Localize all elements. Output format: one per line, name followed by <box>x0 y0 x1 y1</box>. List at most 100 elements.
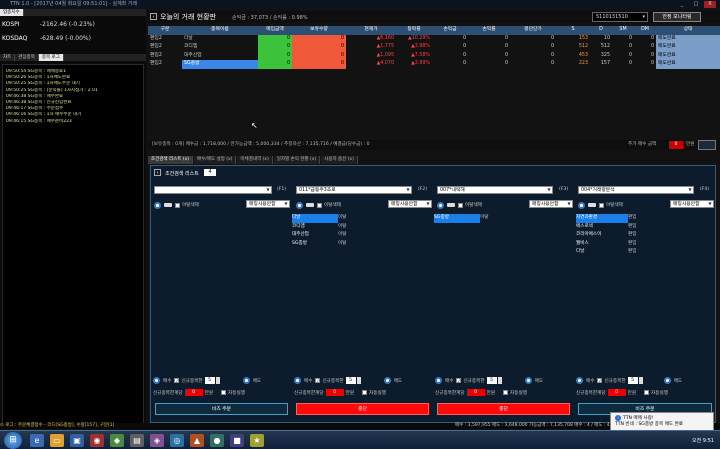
column-header[interactable]: 보유수량 <box>292 26 346 35</box>
toggle-icon[interactable] <box>154 201 161 209</box>
count-input[interactable]: 5 <box>627 377 638 384</box>
stop-button-2[interactable]: 중단 <box>296 403 429 415</box>
checkbox[interactable] <box>503 390 509 395</box>
toggle-icon[interactable] <box>435 377 442 384</box>
ie-icon[interactable]: e <box>30 434 44 447</box>
checkbox[interactable] <box>317 202 322 208</box>
tab-unfilled[interactable]: 미체결내역 (x) <box>237 156 273 164</box>
condition-select-1[interactable]: ▼ <box>154 186 272 194</box>
slider-icon[interactable] <box>447 203 455 207</box>
slider-icon[interactable] <box>164 203 172 207</box>
list-item[interactable]: 월비스 편입 <box>576 240 636 249</box>
slider-icon[interactable] <box>588 203 596 207</box>
toggle-icon[interactable] <box>524 377 532 384</box>
monitoring-button[interactable]: 안정 모니터링 <box>653 12 701 22</box>
column-header[interactable]: 평단단가 <box>510 26 556 35</box>
checkbox[interactable]: ✓ <box>597 378 603 383</box>
column-header[interactable]: 현재가 <box>346 26 396 35</box>
checkbox[interactable]: ✓ <box>456 378 462 383</box>
tab-user-options[interactable]: 사용자 옵션 (x) <box>321 156 358 164</box>
matching-select-4[interactable]: 매칭사용안함 ▼ <box>670 200 714 208</box>
checkbox[interactable]: ✓ <box>315 378 321 383</box>
column-header[interactable]: 구분 <box>148 26 182 35</box>
count-input[interactable]: 5 <box>204 377 215 384</box>
app-icon[interactable]: ▲ <box>190 434 204 447</box>
app-icon[interactable]: ★ <box>250 434 264 447</box>
tab-condition-list[interactable]: 조건검색 리스트 (x) <box>148 156 194 164</box>
column-header[interactable]: 종목이름 <box>182 26 258 35</box>
count-input[interactable]: 5 <box>486 377 497 384</box>
column-header[interactable]: S <box>556 26 590 35</box>
checkbox[interactable] <box>599 202 604 208</box>
condition-count-select[interactable]: 4 <box>204 169 216 176</box>
amount-input[interactable]: 0 <box>466 389 485 396</box>
windows-start-icon[interactable]: ⊞ <box>4 432 22 449</box>
column-header[interactable]: DM <box>634 26 656 35</box>
table-row[interactable]: 편입2 다날 0 0 ▲6,160 ▲10.29% 0 0 0 153 10 0… <box>148 34 720 44</box>
toggle-icon[interactable] <box>294 377 301 384</box>
add-buy-apply-button[interactable] <box>698 140 716 150</box>
app-icon[interactable]: ◈ <box>150 434 164 447</box>
column-header[interactable]: SM <box>612 26 634 35</box>
toggle-icon[interactable] <box>576 377 583 384</box>
minimize-button[interactable]: _ <box>676 1 688 8</box>
checkbox[interactable] <box>644 390 650 395</box>
order-button-1[interactable]: 비즈 주문 <box>155 403 288 415</box>
condition-select-4[interactable]: 004*거래량분석 ▼ <box>578 186 694 194</box>
column-header[interactable]: 상태 <box>656 26 720 35</box>
checkbox[interactable]: ✓ <box>174 378 180 383</box>
app-icon[interactable]: ● <box>210 434 224 447</box>
amount-input[interactable]: 0 <box>184 389 203 396</box>
condition-select-3[interactable]: 007*내떡해 ▼ <box>437 186 553 194</box>
toggle-icon[interactable] <box>437 201 444 209</box>
column-header[interactable]: D <box>590 26 612 35</box>
list-item[interactable]: 다날 이탈 <box>292 214 346 223</box>
checkbox[interactable] <box>362 390 368 395</box>
toggle-icon[interactable] <box>296 201 303 209</box>
checkbox[interactable] <box>175 202 180 208</box>
add-buy-input[interactable]: 0 <box>669 141 683 149</box>
checkbox[interactable] <box>458 202 463 208</box>
collapse-icon[interactable]: ‹ <box>150 13 157 20</box>
count-input[interactable]: 5 <box>345 377 356 384</box>
table-row[interactable]: 편입2 코디엠 0 0 ▲1,775 ▲3.98% 0 0 0 512 512 … <box>148 43 720 52</box>
tab-chart[interactable]: 차트 <box>0 54 16 61</box>
stop-button-3[interactable]: 중단 <box>437 403 570 415</box>
toggle-icon[interactable] <box>663 377 671 384</box>
tab-industry-index[interactable]: 업종지수 <box>0 9 24 16</box>
app-icon[interactable]: ▤ <box>130 434 144 447</box>
condition-select-2[interactable]: 011*급등주3조로 ▼ <box>296 186 412 194</box>
app-icon[interactable]: ▣ <box>70 434 84 447</box>
toggle-icon[interactable] <box>242 377 250 384</box>
tab-daily-pnl[interactable]: 일자별 손익 현황 (x) <box>273 156 321 164</box>
list-item[interactable]: 코디엠 이탈 <box>292 223 346 232</box>
checkbox[interactable] <box>221 390 227 395</box>
column-header[interactable]: 손익률 <box>468 26 510 35</box>
spinner-icon[interactable] <box>497 377 502 384</box>
column-header[interactable]: 매입금액 <box>258 26 292 35</box>
close-button[interactable]: X <box>704 1 716 8</box>
app-icon[interactable]: ◎ <box>170 434 184 447</box>
collapse-icon[interactable]: ‹ <box>154 169 161 176</box>
column-header[interactable]: 손익금 <box>432 26 468 35</box>
toggle-icon[interactable] <box>153 377 160 384</box>
spinner-icon[interactable] <box>356 377 361 384</box>
list-item[interactable]: 다날 편입 <box>576 248 636 257</box>
column-header[interactable]: 등락률 <box>396 26 432 35</box>
stock-log-list[interactable]: 09:50:54 SG종목 : 매매종료1 09:50:26 SG종목 : 1차… <box>2 64 144 424</box>
list-item[interactable]: SG충방 이탈 <box>292 240 346 249</box>
amount-input[interactable]: 0 <box>607 389 626 396</box>
folder-icon[interactable]: ▭ <box>50 434 64 447</box>
table-row[interactable]: 편입2 SG충방 0 0 ▲4,070 ▲3.99% 0 0 0 223 157… <box>148 60 720 69</box>
slider-icon[interactable] <box>306 203 314 207</box>
app-icon[interactable]: ◆ <box>110 434 124 447</box>
list-item[interactable]: 자연과환경 편입 <box>576 214 636 223</box>
matching-select-2[interactable]: 매칭사용안함 ▼ <box>388 200 432 208</box>
tab-buy-sell-settings[interactable]: 매수/매도 설정 (x) <box>194 156 237 164</box>
spinner-icon[interactable] <box>215 377 220 384</box>
list-item[interactable]: SG충방 이탈 <box>434 214 488 223</box>
toggle-icon[interactable] <box>578 201 585 209</box>
taskbar-clock[interactable]: 오전 9:51 <box>692 437 714 444</box>
table-row[interactable]: 편입2 대주산업 0 0 ▲1,095 ▲7.58% 0 0 0 453 325… <box>148 51 720 61</box>
tab-watchlist[interactable]: 관심종목 <box>15 54 39 61</box>
